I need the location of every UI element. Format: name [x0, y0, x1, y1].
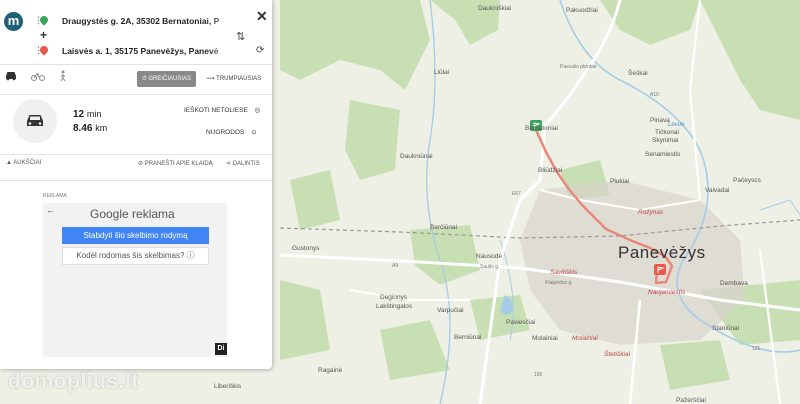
ad-google-title: Google reklama — [90, 207, 175, 221]
divider — [0, 64, 272, 65]
share-icon: ⋖ — [226, 161, 232, 167]
info-icon: ⓘ — [186, 251, 195, 260]
distance-unit: km — [95, 123, 108, 133]
ad-header: REKLAMA — [43, 193, 67, 199]
map-label: Gustonys — [292, 245, 320, 252]
map-label: Berniūnai — [454, 334, 481, 341]
report-error-button[interactable]: ⊘ PRANEŠTI APIE KLAIDĄ — [138, 160, 213, 167]
map-label: Senamiestis — [645, 151, 681, 158]
map-label: Plukiai — [610, 178, 629, 185]
map-label: Štetiškiai — [604, 349, 631, 358]
bike-icon[interactable] — [31, 70, 45, 85]
map-label: Liūlai — [434, 69, 449, 76]
river-label: Lėvuo — [668, 122, 685, 128]
map-label: Berčiūnai — [430, 224, 457, 231]
add-stop-icon[interactable]: + — [40, 28, 47, 42]
stop-ad-button[interactable]: Stabdyti šio skelbimo rodymą — [62, 227, 209, 244]
back-arrow-icon[interactable]: ← — [46, 205, 55, 215]
report-error-label: PRANEŠTI APIE KLAIDĄ — [144, 161, 213, 167]
road-label: A9 — [392, 263, 398, 269]
city-label: Panevėžys — [618, 243, 706, 262]
map-label: Vaivadai — [705, 187, 729, 194]
map-label: Lakštingalos — [376, 303, 413, 310]
divider — [0, 180, 272, 181]
road-label: 121 — [752, 346, 761, 352]
fastest-label: GREIČIAUSIAS — [148, 76, 192, 82]
elevation-icon: ▲ — [6, 160, 12, 166]
map-label: Daukniūnai — [400, 153, 433, 160]
text-fade — [204, 14, 249, 28]
arrow-circle-icon: ⊙ — [251, 129, 257, 136]
watermark-logo: domoplius.lt — [8, 370, 139, 393]
walk-icon[interactable] — [58, 70, 68, 85]
shortest-label: TRUMPIAUSIAS — [216, 76, 262, 82]
car-icon[interactable] — [4, 69, 18, 84]
search-nearby-button[interactable]: IEŠKOTI NETOLIESE ◎ — [184, 106, 260, 114]
map-label: Molainiai — [532, 335, 558, 342]
road-label: Pasvalio plentas — [560, 64, 597, 70]
map-label: Liberiškis — [214, 383, 242, 390]
map-label: Dembava — [720, 280, 748, 287]
map-label: Ragainė — [318, 367, 343, 374]
car-icon — [13, 99, 57, 143]
logo-icon[interactable]: m — [4, 12, 23, 31]
map-label: Nausodė — [476, 253, 502, 260]
map-label: Pažėrščiai — [676, 397, 706, 404]
map-label: Molainiai — [572, 335, 598, 342]
elevation-button[interactable]: ▲ AUKŠČIAI — [6, 160, 41, 166]
road-label: Klaipėdos g. — [545, 280, 573, 286]
why-ad-label: Kodėl rodomas šis skelbimas? — [76, 251, 185, 260]
share-label: DALINTIS — [232, 161, 260, 167]
ad-choices-badge[interactable]: Di — [215, 343, 227, 355]
map-label: Bernatoniai — [525, 125, 558, 132]
map-label: Pačeyscs — [733, 177, 762, 184]
duration-value: 12 — [73, 109, 85, 120]
directions-button[interactable]: NUORODOS ⊙ — [206, 128, 257, 136]
distance: 8.46 km — [73, 123, 107, 134]
map-label: Tičkonai — [655, 129, 679, 136]
route-panel: m ⋮ Draugystės g. 2A, 35302 Bernatoniai,… — [0, 0, 272, 369]
why-ad-button[interactable]: Kodėl rodomas šis skelbimas? ⓘ — [62, 247, 209, 265]
divider — [0, 94, 272, 95]
duration-unit: min — [86, 109, 102, 119]
road-label: Saulio g. — [480, 264, 499, 270]
end-pin-icon[interactable] — [654, 264, 666, 275]
shortest-button[interactable]: ⟿ TRUMPIAUSIAS — [201, 71, 266, 87]
duration: 12 min — [73, 109, 101, 120]
search-nearby-label: IEŠKOTI NETOLIESE — [184, 107, 248, 114]
text-fade — [204, 44, 249, 58]
road-label: E67 — [512, 191, 521, 197]
map-label: Rožynas — [638, 209, 664, 216]
share-button[interactable]: ⋖ DALINTIS — [226, 160, 260, 167]
map-label: Skynimai — [652, 137, 678, 144]
map-label: Paviesčiai — [506, 319, 535, 326]
divider — [0, 154, 272, 155]
road-label: 195 — [534, 372, 543, 378]
distance-value: 8.46 — [73, 123, 93, 134]
map-label: Staniūnai — [712, 325, 739, 332]
swap-icon[interactable]: ⇅ — [236, 30, 245, 43]
map-label: Varpučiai — [437, 307, 464, 314]
map-label: Šeškai — [628, 68, 648, 77]
directions-label: NUORODOS — [206, 129, 245, 136]
elevation-label: AUKŠČIAI — [13, 160, 42, 166]
target-icon: ◎ — [254, 107, 261, 114]
reload-icon[interactable]: ⟳ — [256, 45, 264, 56]
map-label: Pakuodžiai — [566, 7, 598, 14]
road-label: A10 — [650, 92, 659, 98]
fastest-button[interactable]: ⏱ GREIČIAUSIAS — [137, 71, 197, 87]
map-label: Daukniškiai — [478, 5, 511, 12]
map-label: Savitiškis — [550, 269, 578, 276]
close-icon[interactable]: ✕ — [256, 8, 268, 25]
map-label: Degionys — [380, 294, 408, 301]
map-label: Bliūdžiai — [538, 167, 562, 174]
map-label: Naujamiestis — [648, 289, 686, 296]
warning-icon: ⊘ — [138, 161, 144, 167]
